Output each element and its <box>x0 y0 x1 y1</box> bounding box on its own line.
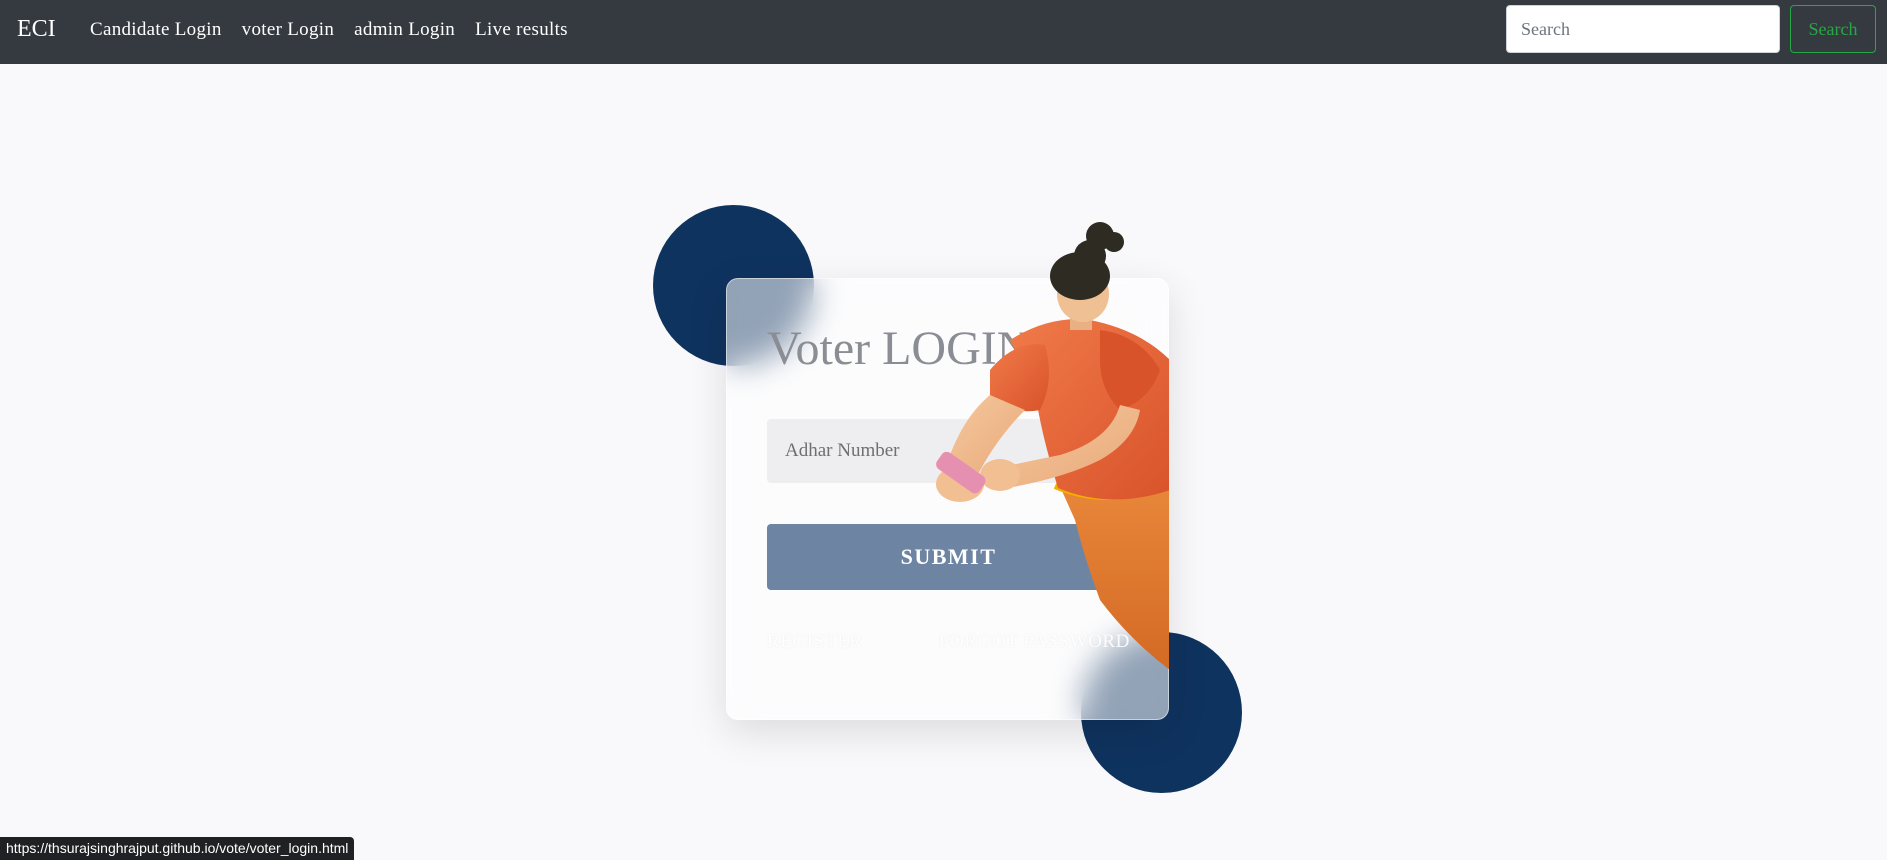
login-card: Voter LOGIN SUBMIT REGISTER FORGOT PASSW… <box>726 278 1169 720</box>
top-navbar: ECI Candidate Login voter Login admin Lo… <box>0 0 1887 64</box>
submit-button[interactable]: SUBMIT <box>767 524 1130 590</box>
search-button[interactable]: Search <box>1790 5 1876 53</box>
nav-link-live-results[interactable]: Live results <box>475 16 568 44</box>
adhar-number-input[interactable] <box>767 419 1130 483</box>
register-link[interactable]: REGISTER <box>767 631 863 653</box>
nav-link-voter-login[interactable]: voter Login <box>242 16 334 44</box>
forgot-password-link[interactable]: FORGOT PASSWORD <box>939 631 1130 653</box>
brand-logo[interactable]: ECI <box>17 13 56 45</box>
login-title: Voter LOGIN <box>767 322 1032 375</box>
nav-links: Candidate Login voter Login admin Login … <box>90 16 588 44</box>
nav-link-candidate-login[interactable]: Candidate Login <box>90 16 222 44</box>
status-bar-url: https://thsurajsinghrajput.github.io/vot… <box>0 837 355 860</box>
card-links: REGISTER FORGOT PASSWORD <box>767 631 1130 653</box>
nav-link-admin-login[interactable]: admin Login <box>354 16 455 44</box>
search-input[interactable] <box>1506 5 1780 53</box>
